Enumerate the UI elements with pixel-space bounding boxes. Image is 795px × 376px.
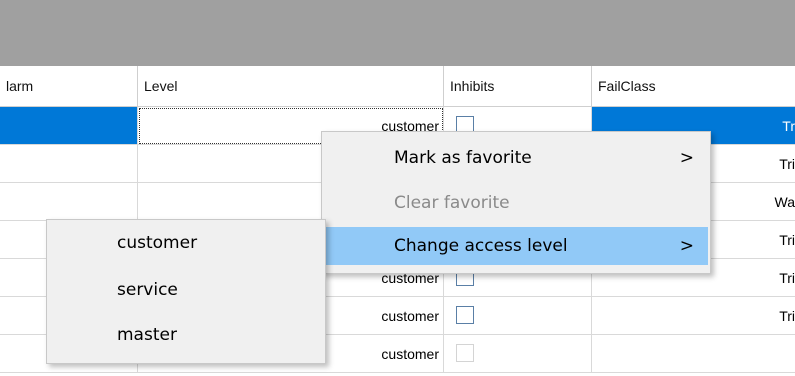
inhibit-checkbox[interactable] [456, 344, 474, 362]
chevron-right-icon: > [679, 236, 694, 256]
alarm-cell[interactable] [0, 107, 138, 145]
column-header-failclass[interactable]: FailClass [592, 66, 795, 107]
failclass-cell[interactable] [592, 335, 795, 373]
menu-item-label: Mark as favorite [394, 148, 532, 168]
alarm-cell[interactable] [0, 145, 138, 183]
context-menu: Mark as favorite > Clear favorite Change… [321, 131, 711, 274]
submenu-item-label: service [117, 280, 178, 300]
access-level-submenu: customer service master [46, 219, 326, 364]
submenu-item-customer[interactable]: customer [49, 224, 323, 262]
menu-item-label: Change access level [394, 236, 568, 256]
submenu-item-label: customer [117, 233, 198, 253]
column-header-inhibits[interactable]: Inhibits [444, 66, 592, 107]
failclass-value: Wa [774, 194, 795, 210]
submenu-item-service[interactable]: service [49, 271, 323, 309]
submenu-item-label: master [117, 325, 177, 345]
chevron-right-icon: > [679, 148, 694, 168]
inhibit-checkbox[interactable] [456, 306, 474, 324]
failclass-value: Tr [782, 118, 795, 134]
menu-item-mark-as-favorite[interactable]: Mark as favorite > [324, 139, 708, 177]
top-toolbar-area [0, 0, 795, 66]
level-value: customer [381, 308, 439, 324]
column-header-level[interactable]: Level [138, 66, 444, 107]
failclass-value: Tri [779, 156, 795, 172]
alarm-cell[interactable] [0, 183, 138, 221]
menu-item-change-access-level[interactable]: Change access level > [324, 227, 708, 265]
column-header-alarm[interactable]: larm [0, 66, 138, 107]
menu-item-label: Clear favorite [394, 193, 510, 213]
failclass-value: Tri [779, 308, 795, 324]
failclass-cell[interactable]: Tri [592, 297, 795, 335]
inhibits-cell [444, 335, 592, 373]
menu-item-clear-favorite[interactable]: Clear favorite [324, 184, 708, 222]
level-value: customer [381, 346, 439, 362]
failclass-value: Tri [779, 270, 795, 286]
submenu-item-master[interactable]: master [49, 316, 323, 354]
failclass-value: Tri [779, 232, 795, 248]
inhibits-cell [444, 297, 592, 335]
